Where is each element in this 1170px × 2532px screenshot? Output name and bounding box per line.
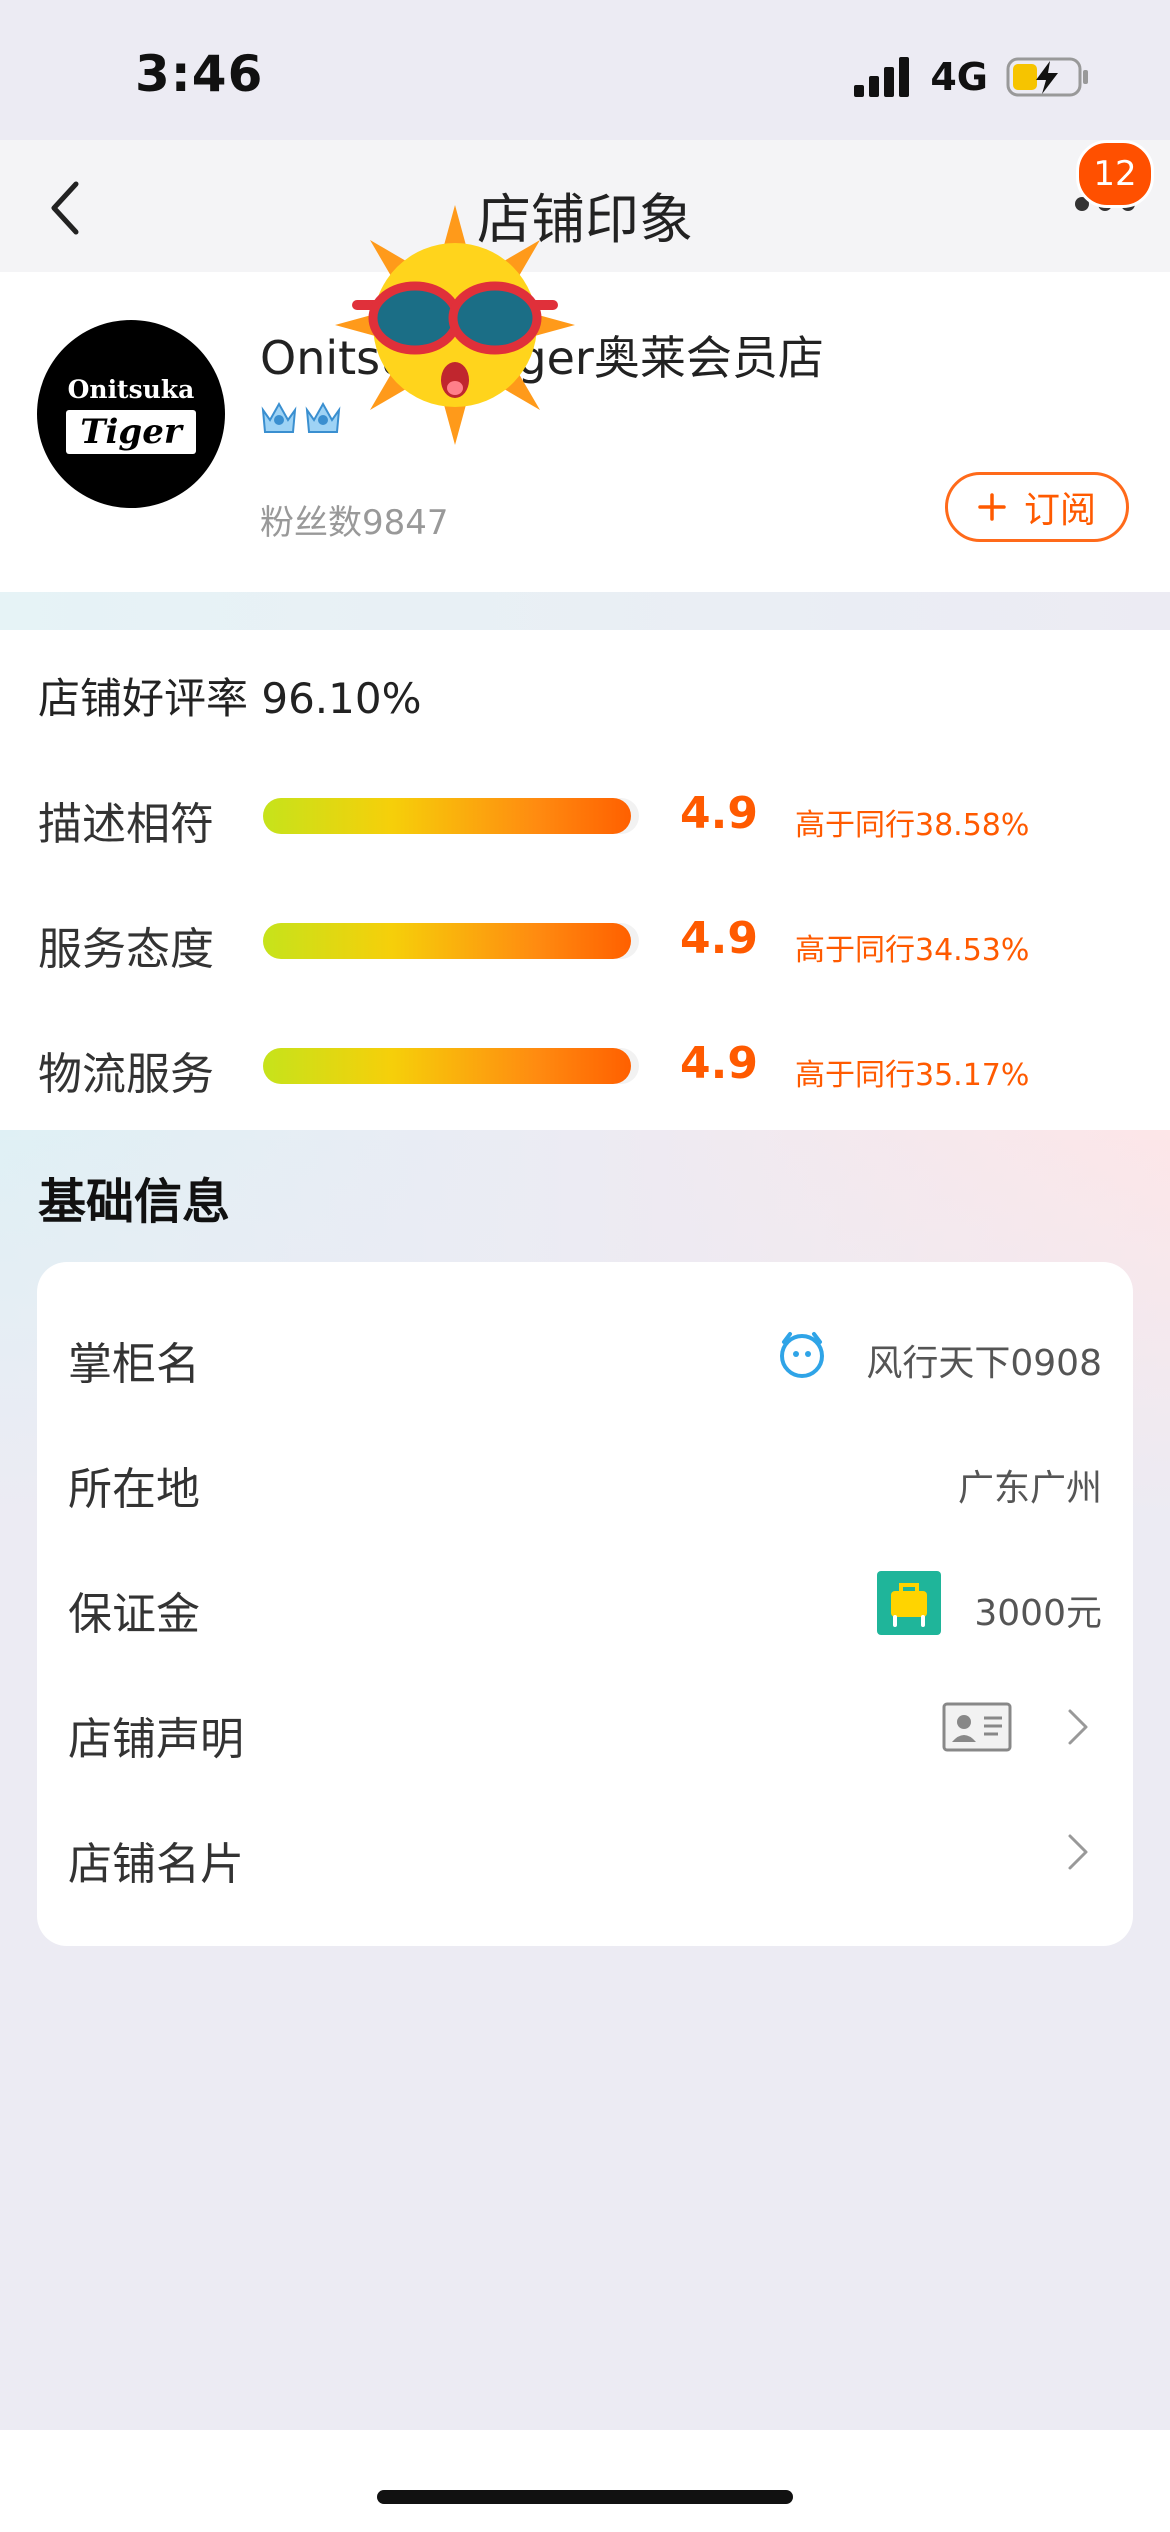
subscribe-button[interactable]: 订阅 xyxy=(945,472,1129,542)
signal-icon xyxy=(854,57,910,97)
info-label-business-card: 店铺名片 xyxy=(68,1839,244,1890)
rating-bar-logistics xyxy=(263,1048,639,1084)
logo-text-bottom: Tiger xyxy=(66,409,196,454)
positive-rate: 店铺好评率 96.10% xyxy=(38,674,422,723)
sun-sticker-icon xyxy=(335,205,575,445)
rating-label-logistics: 物流服务 xyxy=(38,1049,214,1100)
rating-score-logistics: 4.9 xyxy=(680,1038,758,1089)
chevron-right-icon[interactable] xyxy=(1058,1707,1098,1747)
notification-badge: 12 xyxy=(1076,140,1154,208)
subscribe-label: 订阅 xyxy=(1023,490,1096,531)
status-indicators: 4G xyxy=(854,52,1090,102)
rating-compare-service: 高于同行34.53% xyxy=(795,933,1030,968)
info-label-owner: 掌柜名 xyxy=(68,1339,200,1390)
page-title: 店铺印象 xyxy=(477,188,693,251)
rating-bar-fill xyxy=(263,798,632,834)
rating-bar-description xyxy=(263,798,639,834)
info-value-owner[interactable]: 风行天下0908 xyxy=(866,1334,1102,1386)
info-value-location: 广东广州 xyxy=(957,1468,1102,1509)
status-time: 3:46 xyxy=(135,45,264,103)
info-label-statement: 店铺声明 xyxy=(68,1714,244,1765)
rating-compare-description: 高于同行38.58% xyxy=(795,808,1030,843)
rating-score-service: 4.9 xyxy=(680,913,758,964)
license-card-icon[interactable] xyxy=(942,1702,1012,1752)
section-divider xyxy=(0,592,1170,630)
shop-logo[interactable]: Onitsuka Tiger xyxy=(37,320,225,508)
basic-info-title: 基础信息 xyxy=(38,1174,231,1230)
battery-charging-icon xyxy=(1006,57,1088,97)
rating-compare-logistics: 高于同行35.17% xyxy=(795,1058,1030,1093)
rating-bar-fill xyxy=(263,923,632,959)
plus-icon xyxy=(978,493,1006,521)
crown-icon xyxy=(261,401,297,433)
home-indicator[interactable] xyxy=(377,2490,793,2504)
rating-score-description: 4.9 xyxy=(680,788,758,839)
rating-bar-fill xyxy=(263,1048,632,1084)
wangwang-icon[interactable] xyxy=(776,1328,828,1380)
statement-row-hitarea xyxy=(37,1672,1133,1673)
rating-label-description: 描述相符 xyxy=(38,799,214,850)
info-label-deposit: 保证金 xyxy=(68,1589,200,1640)
info-value-deposit: 3000元 xyxy=(974,1593,1102,1634)
chevron-right-icon[interactable] xyxy=(1058,1832,1098,1872)
home-indicator-area xyxy=(0,2430,1170,2532)
fans-count: 粉丝数9847 xyxy=(260,503,449,543)
logo-text-top: Onitsuka xyxy=(67,374,195,404)
rating-label-service: 服务态度 xyxy=(38,924,214,975)
rating-bar-service xyxy=(263,923,639,959)
info-label-location: 所在地 xyxy=(68,1464,200,1515)
network-label: 4G xyxy=(930,55,988,99)
deposit-icon[interactable] xyxy=(877,1571,941,1635)
